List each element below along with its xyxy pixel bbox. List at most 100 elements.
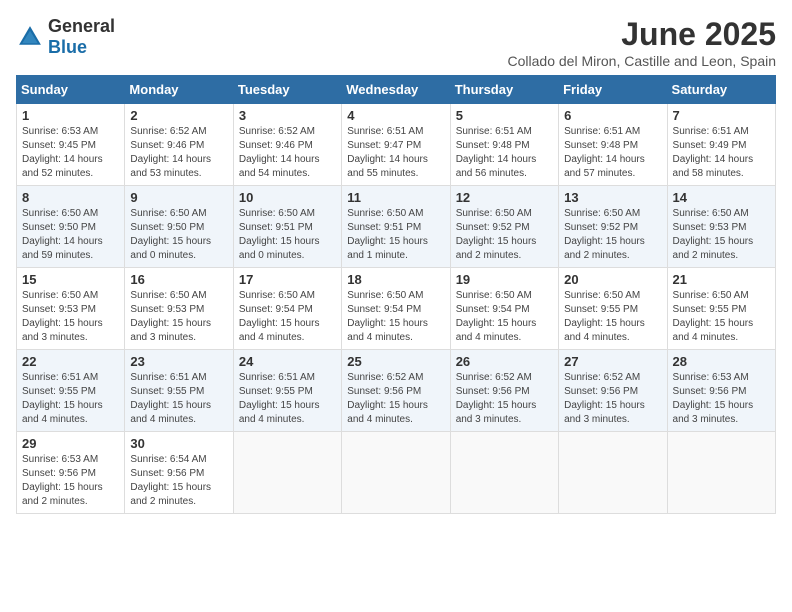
calendar-day-cell: 4 Sunrise: 6:51 AMSunset: 9:47 PMDaylight… bbox=[342, 104, 450, 186]
calendar-day-cell: 15Sunrise: 6:50 AMSunset: 9:53 PMDayligh… bbox=[17, 268, 125, 350]
calendar-day-cell: 18 Sunrise: 6:50 AMSunset: 9:54 PMDayligh… bbox=[342, 268, 450, 350]
calendar-week-row: 1 Sunrise: 6:53 AMSunset: 9:45 PMDaylight… bbox=[17, 104, 776, 186]
weekday-header: Sunday bbox=[17, 76, 125, 104]
calendar-day-cell: 2 Sunrise: 6:52 AMSunset: 9:46 PMDaylight… bbox=[125, 104, 233, 186]
logo-icon bbox=[16, 23, 44, 51]
day-number: 23 bbox=[130, 354, 227, 369]
day-number: 8 bbox=[22, 190, 119, 205]
day-number: 26 bbox=[456, 354, 553, 369]
day-info: Sunrise: 6:50 AMSunset: 9:50 PMDaylight:… bbox=[22, 208, 103, 261]
day-info: Sunrise: 6:51 AMSunset: 9:47 PMDaylight:… bbox=[347, 126, 428, 179]
calendar-day-cell: 6 Sunrise: 6:51 AMSunset: 9:48 PMDaylight… bbox=[559, 104, 667, 186]
day-info: Sunrise: 6:50 AMSunset: 9:53 PMDaylight:… bbox=[673, 208, 754, 261]
day-number: 20 bbox=[564, 272, 661, 287]
day-number: 7 bbox=[673, 108, 770, 123]
day-number: 30 bbox=[130, 436, 227, 451]
day-info: Sunrise: 6:52 AMSunset: 9:56 PMDaylight:… bbox=[564, 372, 645, 425]
day-number: 1 bbox=[22, 108, 119, 123]
day-info: Sunrise: 6:50 AMSunset: 9:54 PMDaylight:… bbox=[456, 290, 537, 343]
logo-general: General bbox=[48, 16, 115, 36]
day-number: 25 bbox=[347, 354, 444, 369]
calendar-day-cell: 3 Sunrise: 6:52 AMSunset: 9:46 PMDaylight… bbox=[233, 104, 341, 186]
day-info: Sunrise: 6:52 AMSunset: 9:46 PMDaylight:… bbox=[130, 126, 211, 179]
weekday-header: Wednesday bbox=[342, 76, 450, 104]
calendar-header-row: SundayMondayTuesdayWednesdayThursdayFrid… bbox=[17, 76, 776, 104]
day-number: 29 bbox=[22, 436, 119, 451]
day-info: Sunrise: 6:50 AMSunset: 9:52 PMDaylight:… bbox=[456, 208, 537, 261]
calendar-day-cell: 7Sunrise: 6:51 AMSunset: 9:49 PMDaylight… bbox=[667, 104, 775, 186]
day-number: 9 bbox=[130, 190, 227, 205]
day-info: Sunrise: 6:52 AMSunset: 9:56 PMDaylight:… bbox=[456, 372, 537, 425]
calendar-day-cell: 12 Sunrise: 6:50 AMSunset: 9:52 PMDayligh… bbox=[450, 186, 558, 268]
calendar-day-cell: 11 Sunrise: 6:50 AMSunset: 9:51 PMDayligh… bbox=[342, 186, 450, 268]
day-info: Sunrise: 6:51 AMSunset: 9:55 PMDaylight:… bbox=[130, 372, 211, 425]
calendar-day-cell: 14 Sunrise: 6:50 AMSunset: 9:53 PMDayligh… bbox=[667, 186, 775, 268]
day-number: 6 bbox=[564, 108, 661, 123]
day-number: 24 bbox=[239, 354, 336, 369]
day-number: 2 bbox=[130, 108, 227, 123]
logo-blue: Blue bbox=[48, 37, 87, 57]
day-number: 12 bbox=[456, 190, 553, 205]
calendar-week-row: 22 Sunrise: 6:51 AMSunset: 9:55 PMDayligh… bbox=[17, 350, 776, 432]
day-number: 3 bbox=[239, 108, 336, 123]
calendar-day-cell: 19 Sunrise: 6:50 AMSunset: 9:54 PMDayligh… bbox=[450, 268, 558, 350]
calendar-day-cell: 8 Sunrise: 6:50 AMSunset: 9:50 PMDaylight… bbox=[17, 186, 125, 268]
day-info: Sunrise: 6:51 AMSunset: 9:48 PMDaylight:… bbox=[564, 126, 645, 179]
day-info: Sunrise: 6:50 AMSunset: 9:55 PMDaylight:… bbox=[673, 290, 754, 343]
calendar-day-cell bbox=[450, 432, 558, 514]
day-info: Sunrise: 6:50 AMSunset: 9:53 PMDaylight:… bbox=[22, 290, 103, 343]
month-title: June 2025 bbox=[508, 16, 777, 53]
day-info: Sunrise: 6:50 AMSunset: 9:52 PMDaylight:… bbox=[564, 208, 645, 261]
day-number: 22 bbox=[22, 354, 119, 369]
day-number: 17 bbox=[239, 272, 336, 287]
day-info: Sunrise: 6:53 AMSunset: 9:56 PMDaylight:… bbox=[673, 372, 754, 425]
day-number: 27 bbox=[564, 354, 661, 369]
weekday-header: Monday bbox=[125, 76, 233, 104]
day-info: Sunrise: 6:52 AMSunset: 9:56 PMDaylight:… bbox=[347, 372, 428, 425]
logo: General Blue bbox=[16, 16, 115, 58]
calendar-week-row: 29Sunrise: 6:53 AMSunset: 9:56 PMDayligh… bbox=[17, 432, 776, 514]
weekday-header: Saturday bbox=[667, 76, 775, 104]
day-number: 5 bbox=[456, 108, 553, 123]
day-number: 18 bbox=[347, 272, 444, 287]
calendar-week-row: 15Sunrise: 6:50 AMSunset: 9:53 PMDayligh… bbox=[17, 268, 776, 350]
calendar-day-cell bbox=[559, 432, 667, 514]
day-number: 28 bbox=[673, 354, 770, 369]
weekday-header: Tuesday bbox=[233, 76, 341, 104]
calendar-day-cell: 24 Sunrise: 6:51 AMSunset: 9:55 PMDayligh… bbox=[233, 350, 341, 432]
day-info: Sunrise: 6:52 AMSunset: 9:46 PMDaylight:… bbox=[239, 126, 320, 179]
day-info: Sunrise: 6:51 AMSunset: 9:48 PMDaylight:… bbox=[456, 126, 537, 179]
day-info: Sunrise: 6:53 AMSunset: 9:45 PMDaylight:… bbox=[22, 126, 103, 179]
day-info: Sunrise: 6:50 AMSunset: 9:53 PMDaylight:… bbox=[130, 290, 211, 343]
day-number: 13 bbox=[564, 190, 661, 205]
calendar-day-cell: 29Sunrise: 6:53 AMSunset: 9:56 PMDayligh… bbox=[17, 432, 125, 514]
page-header: General Blue June 2025 Collado del Miron… bbox=[16, 16, 776, 69]
calendar-day-cell: 1 Sunrise: 6:53 AMSunset: 9:45 PMDaylight… bbox=[17, 104, 125, 186]
calendar-day-cell: 13 Sunrise: 6:50 AMSunset: 9:52 PMDayligh… bbox=[559, 186, 667, 268]
day-number: 19 bbox=[456, 272, 553, 287]
calendar-day-cell: 9 Sunrise: 6:50 AMSunset: 9:50 PMDaylight… bbox=[125, 186, 233, 268]
day-number: 14 bbox=[673, 190, 770, 205]
calendar-day-cell bbox=[667, 432, 775, 514]
calendar-day-cell: 27 Sunrise: 6:52 AMSunset: 9:56 PMDayligh… bbox=[559, 350, 667, 432]
day-number: 10 bbox=[239, 190, 336, 205]
weekday-header: Friday bbox=[559, 76, 667, 104]
location-title: Collado del Miron, Castille and Leon, Sp… bbox=[508, 53, 777, 69]
calendar-day-cell: 17Sunrise: 6:50 AMSunset: 9:54 PMDayligh… bbox=[233, 268, 341, 350]
day-number: 4 bbox=[347, 108, 444, 123]
calendar-week-row: 8 Sunrise: 6:50 AMSunset: 9:50 PMDaylight… bbox=[17, 186, 776, 268]
day-info: Sunrise: 6:51 AMSunset: 9:55 PMDaylight:… bbox=[22, 372, 103, 425]
calendar-day-cell: 21 Sunrise: 6:50 AMSunset: 9:55 PMDayligh… bbox=[667, 268, 775, 350]
day-number: 11 bbox=[347, 190, 444, 205]
calendar-day-cell: 22 Sunrise: 6:51 AMSunset: 9:55 PMDayligh… bbox=[17, 350, 125, 432]
calendar: SundayMondayTuesdayWednesdayThursdayFrid… bbox=[16, 75, 776, 514]
day-info: Sunrise: 6:50 AMSunset: 9:50 PMDaylight:… bbox=[130, 208, 211, 261]
day-info: Sunrise: 6:50 AMSunset: 9:54 PMDaylight:… bbox=[347, 290, 428, 343]
calendar-day-cell: 28 Sunrise: 6:53 AMSunset: 9:56 PMDayligh… bbox=[667, 350, 775, 432]
day-info: Sunrise: 6:50 AMSunset: 9:55 PMDaylight:… bbox=[564, 290, 645, 343]
calendar-day-cell: 16Sunrise: 6:50 AMSunset: 9:53 PMDayligh… bbox=[125, 268, 233, 350]
day-info: Sunrise: 6:50 AMSunset: 9:51 PMDaylight:… bbox=[347, 208, 428, 261]
calendar-day-cell: 10Sunrise: 6:50 AMSunset: 9:51 PMDayligh… bbox=[233, 186, 341, 268]
day-number: 21 bbox=[673, 272, 770, 287]
day-info: Sunrise: 6:51 AMSunset: 9:55 PMDaylight:… bbox=[239, 372, 320, 425]
